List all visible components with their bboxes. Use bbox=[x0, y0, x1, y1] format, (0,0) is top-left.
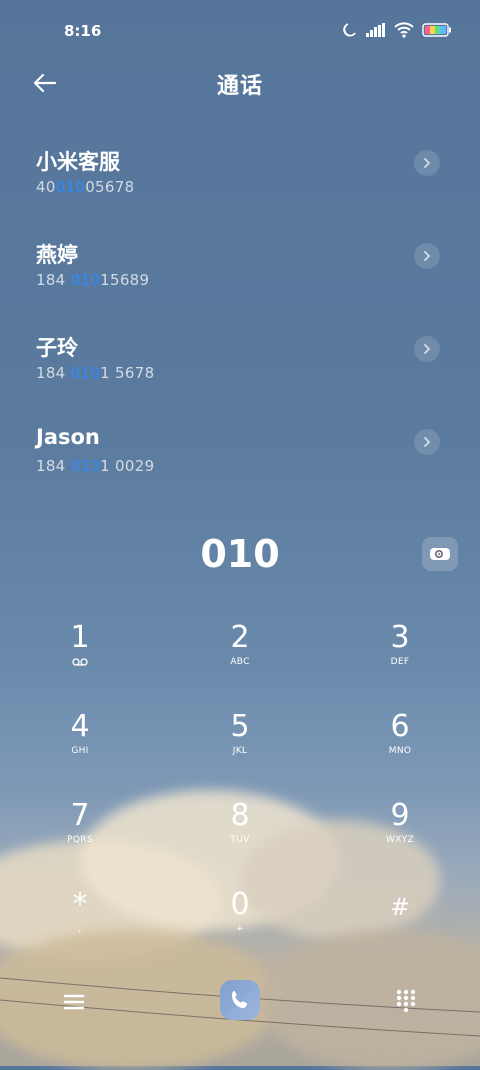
chevron-right-icon bbox=[424, 344, 431, 354]
key-letters: MNO bbox=[388, 746, 412, 756]
key-digit: 9 bbox=[390, 798, 410, 833]
key-2[interactable]: 2 ABC bbox=[160, 605, 320, 694]
status-time: 8:16 bbox=[64, 22, 102, 40]
page-title: 通话 bbox=[216, 74, 263, 99]
key-6[interactable]: 6 MNO bbox=[320, 694, 480, 783]
signal-icon bbox=[366, 23, 385, 37]
key-1[interactable]: 1 bbox=[0, 605, 160, 694]
contact-name: 小米客服 bbox=[36, 150, 120, 174]
key-4[interactable]: 4 GHI bbox=[0, 694, 160, 783]
chevron-right-icon bbox=[424, 251, 431, 261]
key-8[interactable]: 8 TUV bbox=[160, 783, 320, 872]
video-call-icon bbox=[430, 548, 450, 560]
bottom-action-bar bbox=[0, 978, 480, 1028]
key-letters: WXYZ bbox=[386, 835, 414, 845]
dialed-number: 010 bbox=[200, 532, 280, 576]
key-letters: + bbox=[236, 924, 244, 934]
contact-name: Jason bbox=[36, 425, 100, 449]
contact-detail-button[interactable] bbox=[414, 336, 440, 362]
key-digit: 4 bbox=[70, 709, 90, 744]
dialpad-icon bbox=[396, 989, 416, 1013]
contact-item[interactable]: Jason 184 0101 0029 bbox=[0, 409, 480, 502]
status-bar: 8:16 bbox=[0, 0, 480, 60]
contact-detail-button[interactable] bbox=[414, 150, 440, 176]
chevron-right-icon bbox=[424, 437, 431, 447]
contact-item[interactable]: 燕婷 184 01015689 bbox=[0, 223, 480, 316]
key-digit: 8 bbox=[230, 798, 250, 833]
key-digit: 2 bbox=[230, 620, 250, 655]
dialpad-toggle-button[interactable] bbox=[394, 988, 418, 1013]
battery-icon bbox=[422, 23, 451, 37]
key-hash[interactable]: # bbox=[320, 872, 480, 961]
key-digit: 5 bbox=[230, 709, 250, 744]
phone-icon bbox=[232, 991, 247, 1008]
contact-name: 燕婷 bbox=[36, 243, 78, 267]
key-letters: DEF bbox=[390, 657, 410, 667]
wifi-icon bbox=[394, 22, 414, 38]
key-star[interactable]: * , bbox=[0, 872, 160, 961]
moon-icon bbox=[343, 23, 356, 37]
contact-detail-button[interactable] bbox=[414, 243, 440, 269]
chevron-right-icon bbox=[424, 158, 431, 168]
key-letters: , bbox=[78, 924, 82, 934]
dial-keypad: 1 2 ABC 3 DEF 4 GHI 5 JKL 6 MNO 7 PQRS 8… bbox=[0, 605, 480, 961]
key-digit: 7 bbox=[70, 798, 90, 833]
contact-number: 184 01015689 bbox=[36, 271, 150, 289]
key-digit: 3 bbox=[390, 620, 410, 655]
key-letters: TUV bbox=[230, 835, 250, 845]
key-letters: ABC bbox=[230, 657, 250, 667]
key-digit: 1 bbox=[70, 620, 90, 655]
key-digit: # bbox=[389, 893, 411, 921]
contact-number: 184 0101 0029 bbox=[36, 457, 155, 475]
contact-item[interactable]: 小米客服 4001005678 bbox=[0, 130, 480, 223]
title-bar: 通话 bbox=[0, 60, 480, 104]
contact-number: 184 0101 5678 bbox=[36, 364, 155, 382]
call-button[interactable] bbox=[220, 980, 260, 1020]
key-9[interactable]: 9 WXYZ bbox=[320, 783, 480, 872]
video-call-button[interactable] bbox=[422, 537, 458, 571]
voicemail-icon bbox=[72, 657, 88, 669]
key-7[interactable]: 7 PQRS bbox=[0, 783, 160, 872]
contact-detail-button[interactable] bbox=[414, 429, 440, 455]
contact-number: 4001005678 bbox=[36, 178, 135, 196]
status-icons bbox=[342, 22, 452, 38]
key-digit: * bbox=[72, 887, 88, 922]
key-digit: 6 bbox=[390, 709, 410, 744]
key-0[interactable]: 0 + bbox=[160, 872, 320, 961]
key-digit: 0 bbox=[230, 887, 250, 922]
menu-button[interactable] bbox=[62, 990, 86, 1014]
key-letters: JKL bbox=[232, 746, 248, 756]
menu-icon bbox=[63, 994, 85, 1010]
key-3[interactable]: 3 DEF bbox=[320, 605, 480, 694]
key-5[interactable]: 5 JKL bbox=[160, 694, 320, 783]
key-letters: PQRS bbox=[67, 835, 93, 845]
contact-item[interactable]: 子玲 184 0101 5678 bbox=[0, 316, 480, 409]
key-letters: GHI bbox=[71, 746, 89, 756]
contact-name: 子玲 bbox=[36, 336, 78, 360]
contact-results: 小米客服 4001005678 燕婷 184 01015689 子玲 184 0… bbox=[0, 130, 480, 502]
